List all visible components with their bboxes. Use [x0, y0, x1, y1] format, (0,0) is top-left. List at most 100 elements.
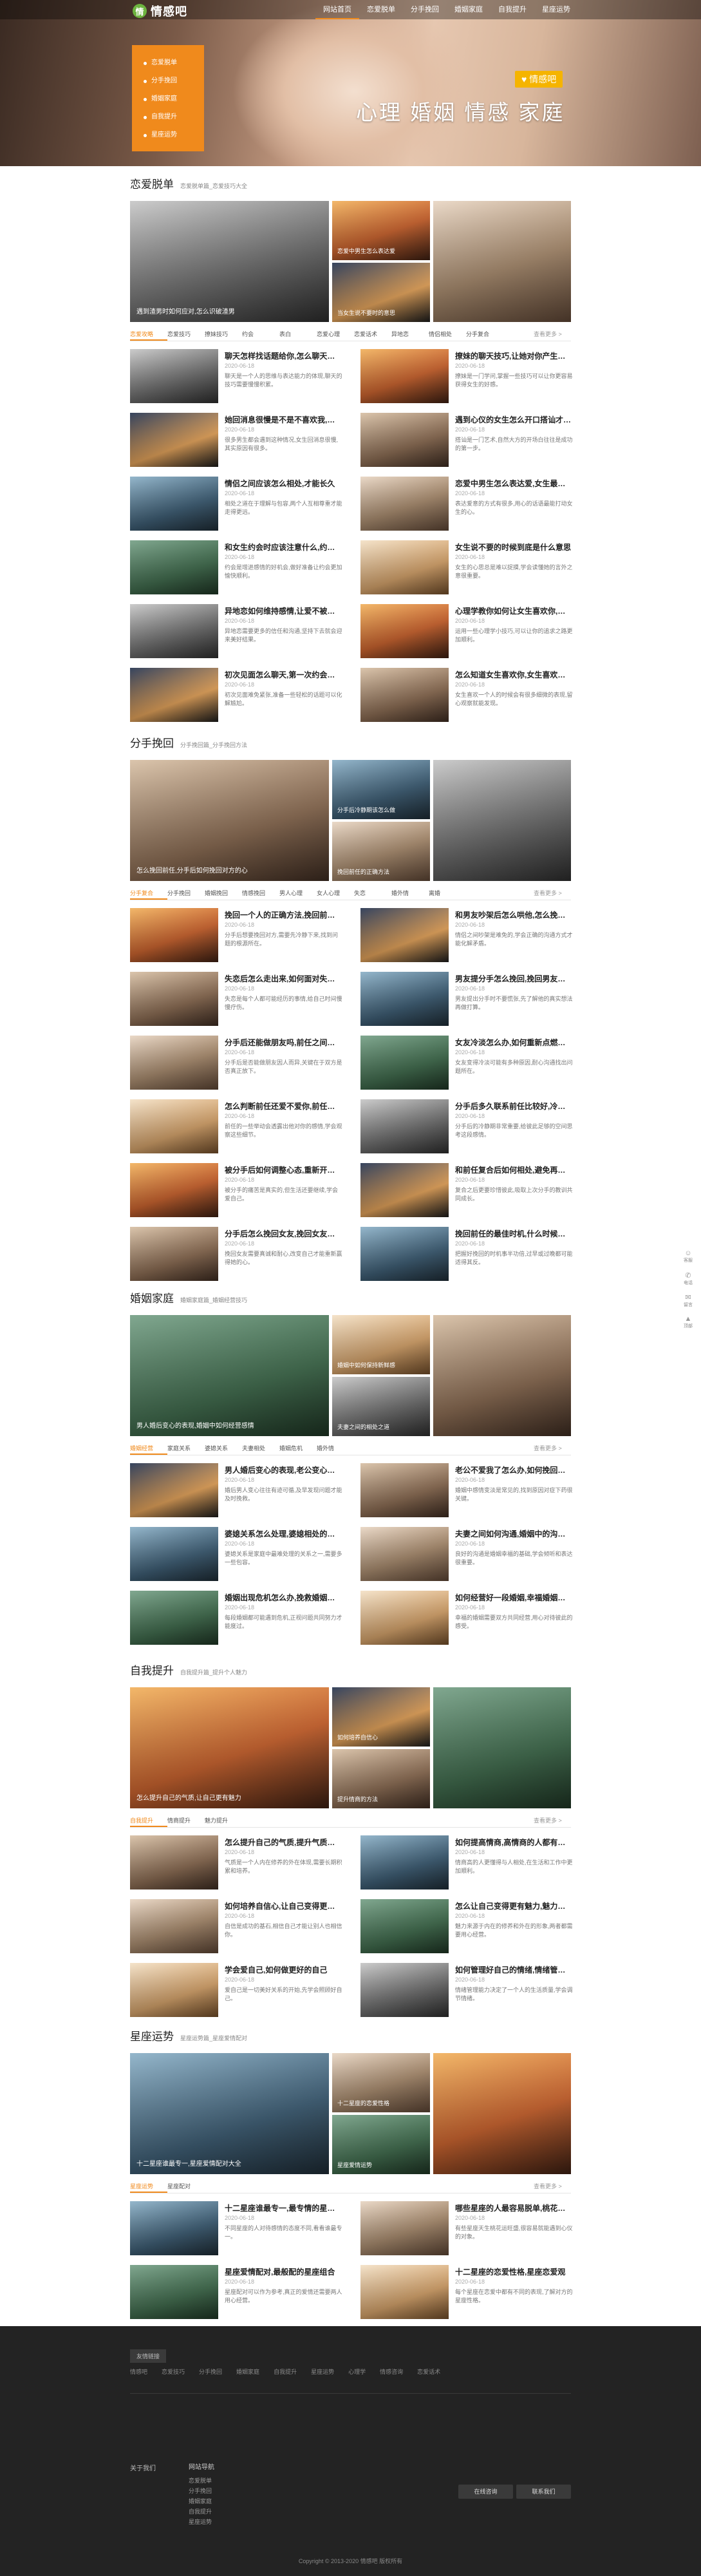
article-thumb[interactable] [130, 972, 218, 1026]
article-item[interactable]: 被分手后如何调整心态,重新开始生活 2020-06-18 被分手的痛苦是真实的,但生… [130, 1163, 342, 1217]
article-title[interactable]: 怎么让自己变得更有魅力,魅力提升技巧 [455, 1900, 573, 1911]
article-item[interactable]: 聊天怎样找话题给你,怎么聊天不冷场 2020-06-18 聊天是一个人的思维与表达能… [130, 349, 342, 403]
article-title[interactable]: 聊天怎样找话题给你,怎么聊天不冷场 [225, 350, 342, 361]
category-tab[interactable]: 异地恋 [391, 327, 429, 341]
category-tab[interactable]: 撩妹技巧 [205, 327, 242, 341]
article-thumb[interactable] [360, 1463, 449, 1517]
article-title[interactable]: 和男友吵架后怎么哄他,怎么挽回男友 [455, 909, 573, 920]
article-title[interactable]: 挽回前任的最佳时机,什么时候挽回最好 [455, 1228, 573, 1239]
article-title[interactable]: 如何经营好一段婚姻,幸福婚姻的秘诀 [455, 1592, 573, 1603]
feature-side[interactable] [433, 1315, 571, 1436]
article-thumb[interactable] [130, 413, 218, 467]
article-title[interactable]: 遇到心仪的女生怎么开口搭讪才不尴尬 [455, 414, 573, 425]
category-tab[interactable]: 自我提升 [130, 1814, 167, 1827]
nav-item[interactable]: 星座运势 [534, 0, 578, 19]
article-title[interactable]: 十二星座的恋爱性格,星座恋爱观 [455, 2266, 573, 2277]
article-thumb[interactable] [130, 668, 218, 722]
feature-small[interactable]: 十二星座的恋爱性格 [332, 2053, 430, 2112]
article-thumb[interactable] [360, 1963, 449, 2017]
category-tab[interactable]: 婆媳关系 [205, 1441, 242, 1455]
category-tab[interactable]: 情商提升 [167, 1814, 205, 1827]
article-item[interactable]: 学会爱自己,如何做更好的自己 2020-06-18 爱自己是一切美好关系的开始,先学… [130, 1963, 342, 2017]
article-thumb[interactable] [130, 2265, 218, 2319]
article-thumb[interactable] [360, 1835, 449, 1889]
category-tab[interactable]: 恋爱话术 [354, 327, 391, 341]
more-link[interactable]: 查看更多 > [534, 2179, 571, 2193]
article-thumb[interactable] [130, 604, 218, 658]
friend-link[interactable]: 星座运势 [311, 2367, 334, 2376]
article-item[interactable]: 十二星座的恋爱性格,星座恋爱观 2020-06-18 每个星座在恋爱中都有不同的表现… [360, 2265, 573, 2319]
side-menu-item[interactable]: 分手挽回 [144, 72, 204, 90]
feature-main[interactable]: 怎么挽回前任,分手后如何挽回对方的心 [130, 760, 329, 881]
category-tab[interactable]: 恋爱攻略 [130, 327, 167, 341]
friend-link[interactable]: 分手挽回 [199, 2367, 222, 2376]
nav-item[interactable]: 婚姻家庭 [447, 0, 491, 19]
section-title[interactable]: 恋爱脱单 [130, 175, 174, 191]
feature-small[interactable]: 夫妻之间的相处之道 [332, 1377, 430, 1436]
article-title[interactable]: 如何管理好自己的情绪,情绪管理方法 [455, 1964, 573, 1975]
article-item[interactable]: 婆媳关系怎么处理,婆媳相处的技巧 2020-06-18 婆媳关系是家庭中最难处理的关… [130, 1527, 342, 1581]
article-item[interactable]: 挽回一个人的正确方法,挽回前任的步骤 2020-06-18 分手后想要挽回对方,需要… [130, 908, 342, 962]
article-item[interactable]: 如何培养自信心,让自己变得更加自信 2020-06-18 自信是成功的基石,相信自己… [130, 1899, 342, 1953]
feature-small[interactable]: 如何培养自信心 [332, 1687, 430, 1747]
article-thumb[interactable] [130, 540, 218, 594]
article-item[interactable]: 女友冷淡怎么办,如何重新点燃她的热情2020-06-18 女友变得冷淡可能有多种原… [360, 1036, 573, 1090]
article-thumb[interactable] [360, 2201, 449, 2255]
article-item[interactable]: 男人婚后变心的表现,老公变心了怎么办 2020-06-18 婚后男人变心往往有迹可循… [130, 1463, 342, 1517]
category-tab[interactable]: 分手复合 [466, 327, 503, 341]
feature-side[interactable] [433, 1687, 571, 1808]
article-item[interactable]: 恋爱中男生怎么表达爱,女生最想听的话2020-06-18 表达爱意的方式有很多,用… [360, 477, 573, 531]
article-title[interactable]: 学会爱自己,如何做更好的自己 [225, 1964, 342, 1975]
article-title[interactable]: 被分手后如何调整心态,重新开始生活 [225, 1164, 342, 1175]
float-button[interactable]: ✉ 留言 [681, 1293, 695, 1311]
article-title[interactable]: 星座爱情配对,最般配的星座组合 [225, 2266, 342, 2277]
article-item[interactable]: 她回消息很慢是不是不喜欢我,怎么判断2020-06-18 很多男生都会遇到这种情况… [130, 413, 342, 467]
article-title[interactable]: 怎么提升自己的气质,提升气质的方法 [225, 1837, 342, 1848]
friend-link[interactable]: 情感吧 [130, 2367, 147, 2376]
article-title[interactable]: 和女生约会时应该注意什么,约会技巧 [225, 542, 342, 553]
article-thumb[interactable] [360, 908, 449, 962]
category-tab[interactable]: 情侣相处 [429, 327, 466, 341]
category-tab[interactable]: 分手复合 [130, 886, 167, 900]
article-thumb[interactable] [360, 540, 449, 594]
article-title[interactable]: 如何培养自信心,让自己变得更加自信 [225, 1900, 342, 1911]
footer-nav-item[interactable]: 星座运势 [189, 2517, 214, 2527]
article-thumb[interactable] [130, 1899, 218, 1953]
category-tab[interactable]: 离婚 [429, 886, 466, 900]
article-item[interactable]: 撩妹的聊天技巧,让她对你产生好感 2020-06-18 撩妹是一门学问,掌握一些技巧… [360, 349, 573, 403]
category-tab[interactable]: 恋爱技巧 [167, 327, 205, 341]
section-title[interactable]: 婚姻家庭 [130, 1289, 174, 1305]
article-item[interactable]: 遇到心仪的女生怎么开口搭讪才不尴尬2020-06-18 搭讪是一门艺术,自然大方的… [360, 413, 573, 467]
article-item[interactable]: 异地恋如何维持感情,让爱不被距离打败 2020-06-18 异地恋需要更多的信任和沟… [130, 604, 342, 658]
feature-main[interactable]: 男人婚后变心的表现,婚姻中如何经营感情 [130, 1315, 329, 1436]
article-thumb[interactable] [130, 1036, 218, 1090]
article-title[interactable]: 恋爱中男生怎么表达爱,女生最想听的话 [455, 478, 573, 489]
section-title[interactable]: 自我提升 [130, 1662, 174, 1678]
article-thumb[interactable] [130, 1591, 218, 1645]
category-tab[interactable]: 魅力提升 [205, 1814, 242, 1827]
float-button[interactable]: ☺ 客服 [681, 1249, 695, 1267]
consult-button[interactable]: 在线咨询 [458, 2485, 513, 2499]
article-item[interactable]: 和女生约会时应该注意什么,约会技巧 2020-06-18 约会是增进感情的好机会,做… [130, 540, 342, 594]
article-thumb[interactable] [360, 604, 449, 658]
feature-side[interactable] [433, 2053, 571, 2174]
article-title[interactable]: 情侣之间应该怎么相处,才能长久 [225, 478, 342, 489]
section-title[interactable]: 星座运势 [130, 2027, 174, 2043]
nav-item[interactable]: 恋爱脱单 [359, 0, 403, 19]
more-link[interactable]: 查看更多 > [534, 327, 571, 341]
footer-nav-item[interactable]: 恋爱脱单 [189, 2476, 214, 2486]
feature-small[interactable]: 提升情商的方法 [332, 1749, 430, 1808]
feature-side[interactable] [433, 201, 571, 322]
article-title[interactable]: 撩妹的聊天技巧,让她对你产生好感 [455, 350, 573, 361]
article-title[interactable]: 怎么判断前任还爱不爱你,前任的表现 [225, 1101, 342, 1112]
nav-item[interactable]: 网站首页 [315, 0, 359, 19]
site-logo[interactable]: 情 情感吧 [133, 3, 187, 19]
category-tab[interactable]: 婚外情 [391, 886, 429, 900]
article-item[interactable]: 十二星座谁最专一,最专情的星座排行 2020-06-18 不同星座的人对待感情的态度… [130, 2201, 342, 2255]
article-title[interactable]: 心理学教你如何让女生喜欢你,追女生技巧 [455, 605, 573, 616]
category-tab[interactable]: 婚姻挽回 [205, 886, 242, 900]
category-tab[interactable]: 情感挽回 [242, 886, 279, 900]
article-title[interactable]: 她回消息很慢是不是不喜欢我,怎么判断 [225, 414, 342, 425]
article-title[interactable]: 分手后怎么挽回女友,挽回女友的技巧 [225, 1228, 342, 1239]
article-thumb[interactable] [360, 1899, 449, 1953]
